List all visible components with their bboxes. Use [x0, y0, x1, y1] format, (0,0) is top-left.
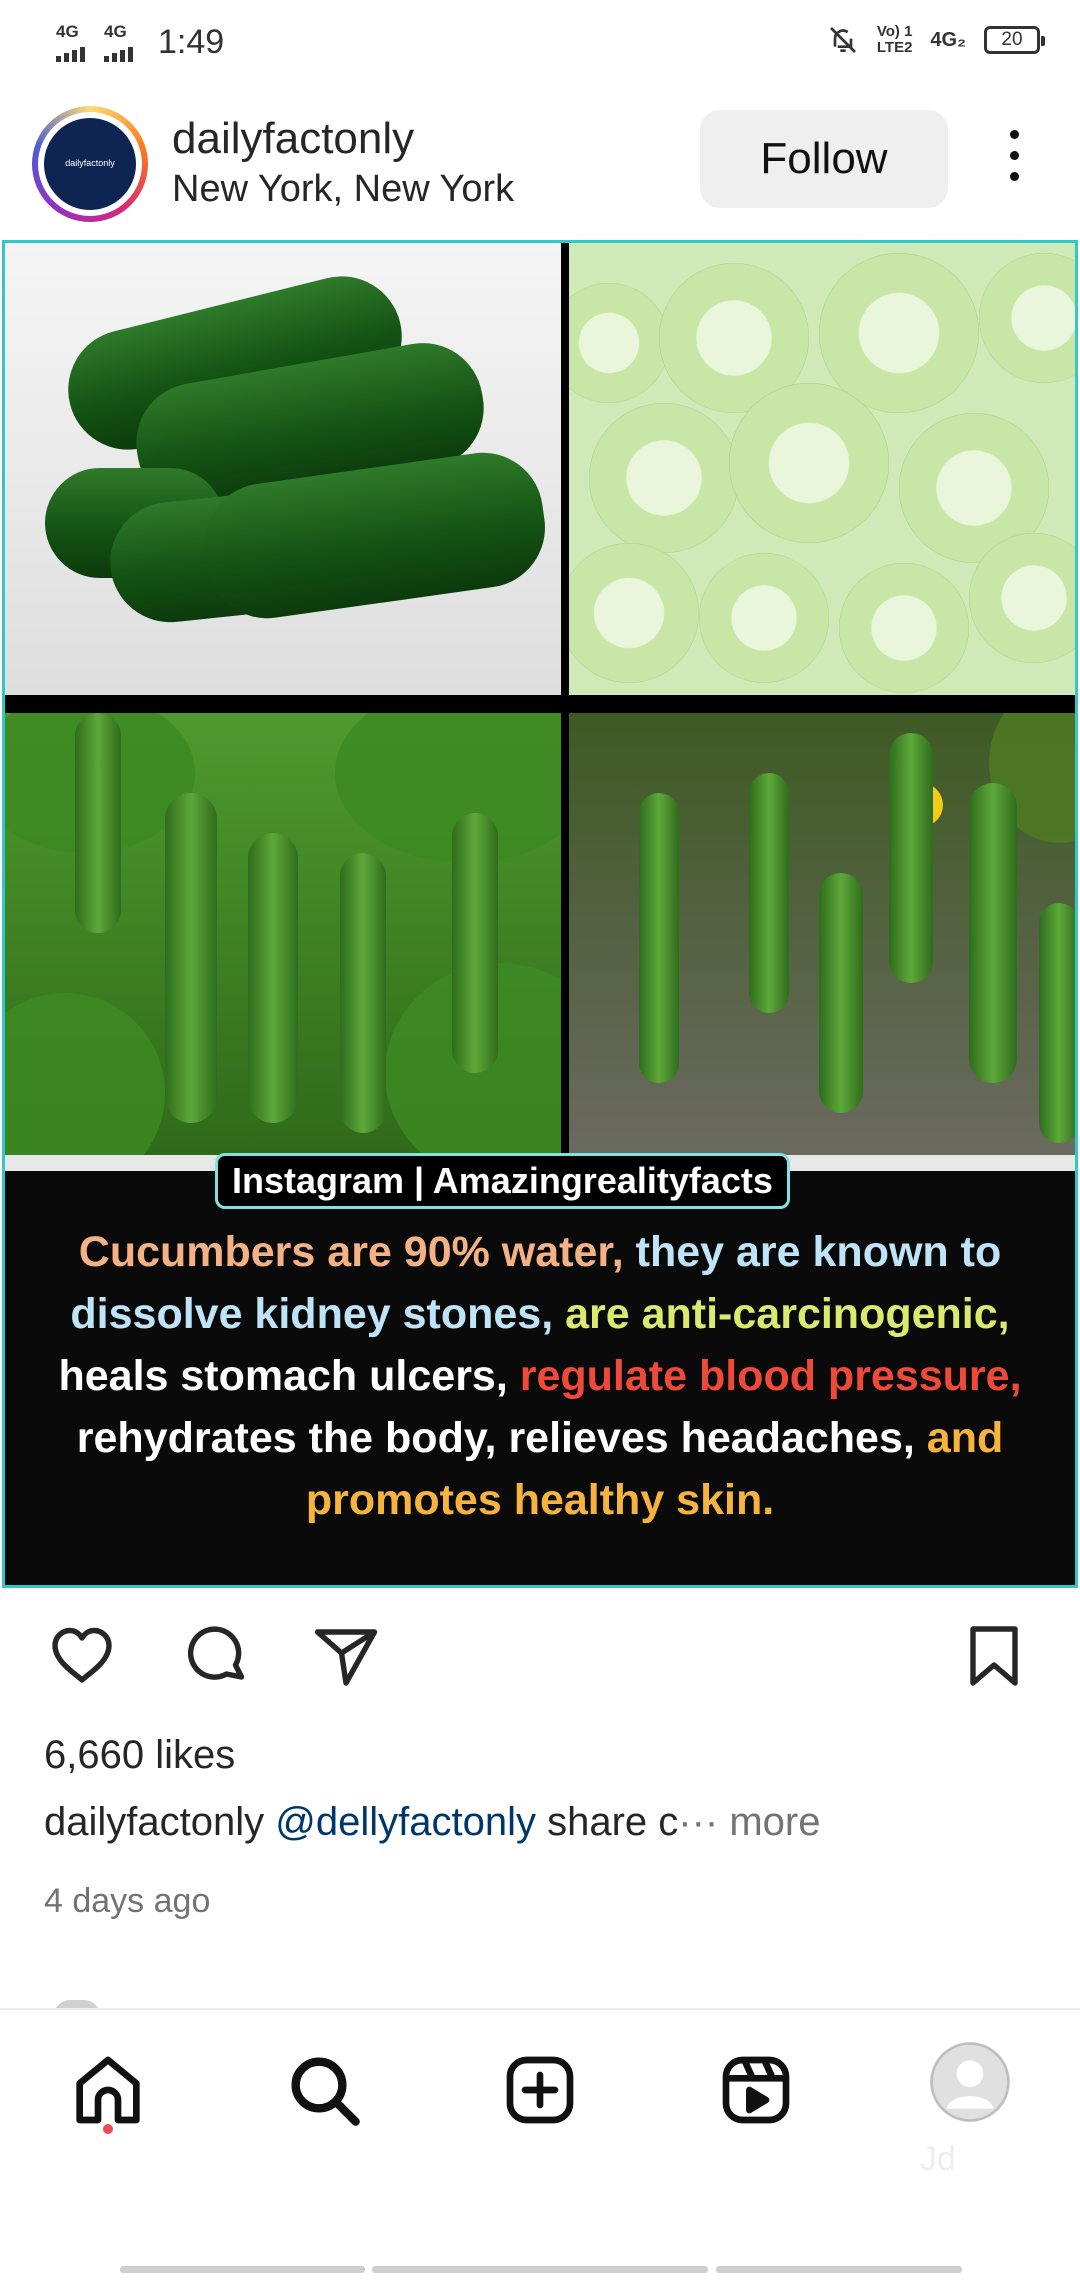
volte-indicator: Vo) 1 LTE2 — [877, 24, 913, 56]
cucumber-plants-photo — [569, 713, 1075, 1155]
watermark: Jd — [920, 2140, 956, 2178]
fact-panel: Instagram | Amazingrealityfacts Cucumber… — [5, 1153, 1075, 1585]
fact-segment: regulate blood pressure, — [507, 1352, 1022, 1400]
bottom-nav — [0, 2008, 1080, 2178]
gesture-bar-center — [372, 2266, 708, 2273]
brand-tag: Instagram | Amazingrealityfacts — [215, 1153, 790, 1209]
cucumber-vines-photo — [5, 713, 561, 1155]
post-username[interactable]: dailyfactonly — [172, 114, 414, 164]
post-actions — [0, 1620, 1080, 1700]
battery-icon: 20 — [984, 26, 1045, 54]
caption-mention[interactable]: @dellyfactonly — [275, 1800, 536, 1844]
caption-more-link[interactable]: more — [729, 1800, 820, 1844]
comment-icon[interactable] — [180, 1620, 252, 1692]
network-1-label: 4G — [56, 22, 79, 41]
reels-icon[interactable] — [716, 2050, 796, 2130]
home-notification-dot — [103, 2124, 113, 2134]
post-location[interactable]: New York, New York — [172, 168, 514, 211]
fact-text: Cucumbers are 90% water, they are known … — [25, 1221, 1055, 1531]
signal-2-icon: 4G — [104, 22, 138, 62]
caption-text: share c — [535, 1800, 679, 1844]
status-bar: 4G 4G 1:49 Vo) 1 LTE2 4G₂ 20 — [0, 0, 1080, 90]
mute-bell-icon — [829, 27, 856, 53]
likes-count[interactable]: 6,660 likes — [44, 1733, 235, 1778]
network-3-label: 4G₂ — [930, 28, 966, 51]
volte-top: Vo) 1 — [876, 23, 913, 40]
post-header: dailyfactonly dailyfactonly New York, Ne… — [0, 100, 1080, 230]
story-ring-avatar[interactable]: dailyfactonly — [32, 106, 148, 222]
post-timestamp: 4 days ago — [44, 1882, 211, 1920]
follow-button[interactable]: Follow — [700, 110, 948, 208]
gesture-bar-left — [120, 2266, 365, 2273]
signal-1-icon: 4G — [56, 22, 90, 62]
fact-segment: heals stomach ulcers, — [58, 1352, 508, 1400]
heart-icon[interactable] — [46, 1620, 118, 1692]
bookmark-icon[interactable] — [958, 1620, 1030, 1692]
plus-square-icon[interactable] — [500, 2050, 580, 2130]
network-2-label: 4G — [104, 22, 127, 41]
post-caption[interactable]: dailyfactonly @dellyfactonly share c··· … — [44, 1800, 821, 1845]
avatar-text: dailyfactonly — [65, 158, 115, 168]
home-icon[interactable] — [68, 2050, 148, 2130]
paper-plane-icon[interactable] — [310, 1620, 382, 1692]
profile-avatar[interactable] — [930, 2042, 1010, 2122]
status-left: 4G 4G 1:49 — [56, 22, 224, 62]
caption-ellipsis: ··· — [678, 1800, 730, 1844]
cucumbers-photo — [5, 243, 561, 695]
status-time: 1:49 — [158, 22, 225, 61]
volte-bottom: LTE2 — [876, 39, 913, 56]
fact-segment: rehydrates the body, relieves headaches, — [76, 1414, 915, 1462]
post-image[interactable]: Instagram | Amazingrealityfacts Cucumber… — [2, 240, 1078, 1588]
caption-username[interactable]: dailyfactonly — [44, 1800, 264, 1844]
status-right: Vo) 1 LTE2 4G₂ 20 — [827, 24, 1045, 56]
cucumber-slices-photo — [569, 243, 1075, 695]
search-icon[interactable] — [284, 2050, 364, 2130]
fact-segment: are anti-carcinogenic, — [553, 1290, 1010, 1338]
avatar: dailyfactonly — [44, 118, 136, 210]
gesture-bar-right — [716, 2266, 962, 2273]
more-options-icon[interactable] — [996, 130, 1032, 190]
fact-segment: Cucumbers are 90% water, — [78, 1228, 624, 1276]
